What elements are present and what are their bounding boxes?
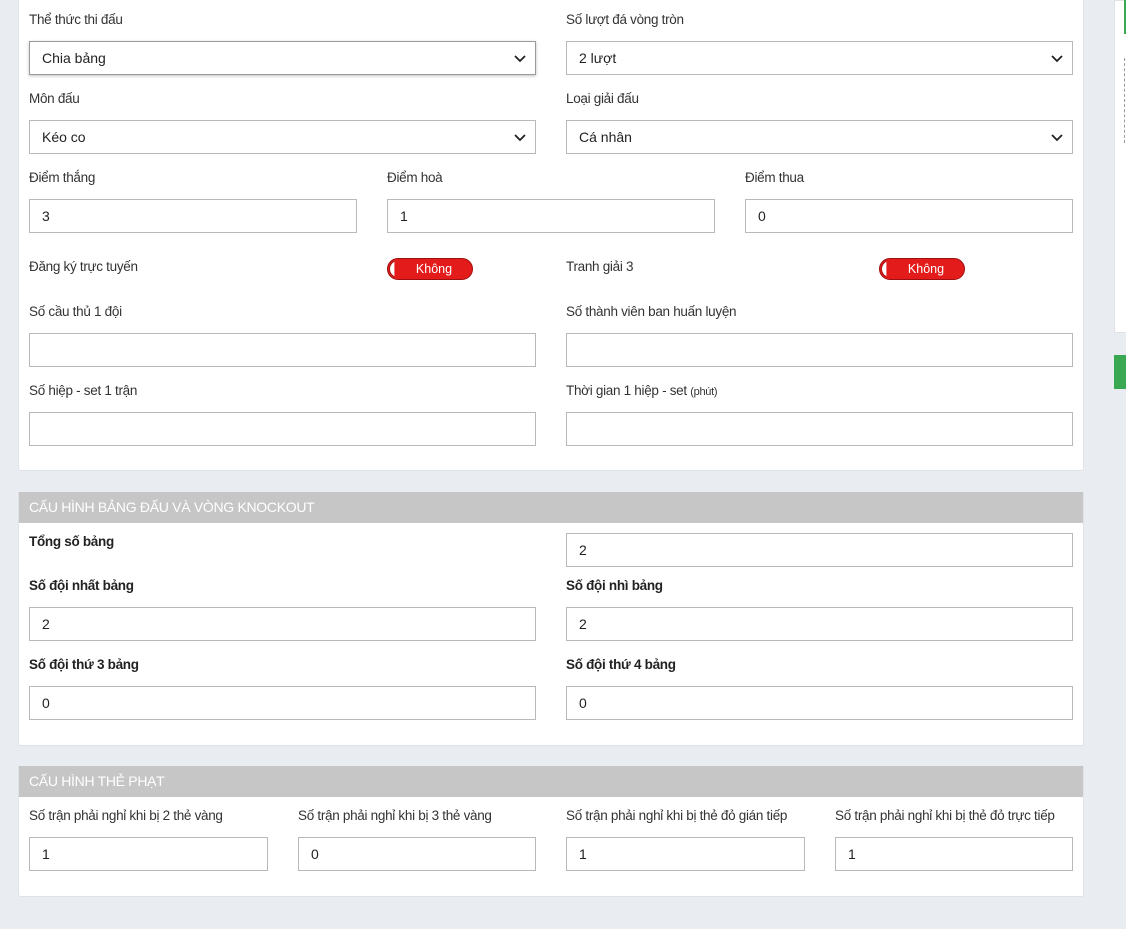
third-place-toggle[interactable]: Không bbox=[879, 258, 965, 280]
third-place-toggle-label: Không bbox=[907, 262, 945, 276]
coaching-staff-input[interactable] bbox=[566, 333, 1073, 367]
chevron-down-icon bbox=[514, 134, 526, 142]
third-place-label: Tranh giải 3 bbox=[566, 259, 634, 274]
chevron-down-icon bbox=[1051, 55, 1063, 63]
direct-red-label: Số trận phải nghỉ khi bị thẻ đỏ trực tiế… bbox=[835, 808, 1055, 823]
chevron-down-icon bbox=[514, 55, 526, 63]
second-place-input[interactable]: 2 bbox=[566, 607, 1073, 641]
win-points-label: Điểm thắng bbox=[29, 170, 96, 185]
direct-red-input[interactable]: 1 bbox=[835, 837, 1073, 871]
third-place-group-input[interactable]: 0 bbox=[29, 686, 536, 720]
round-robin-select[interactable]: 2 lượt bbox=[566, 41, 1073, 75]
players-per-team-input[interactable] bbox=[29, 333, 536, 367]
period-duration-label-text: Thời gian 1 hiệp - set bbox=[566, 383, 687, 398]
periods-per-match-label: Số hiệp - set 1 trận bbox=[29, 383, 138, 398]
chevron-down-icon bbox=[1051, 134, 1063, 142]
online-registration-toggle-label: Không bbox=[415, 262, 453, 276]
win-points-input[interactable]: 3 bbox=[29, 199, 357, 233]
loss-points-input[interactable]: 0 bbox=[745, 199, 1073, 233]
draw-points-input[interactable]: 1 bbox=[387, 199, 715, 233]
groups-config-title: CẤU HÌNH BẢNG ĐẤU VÀ VÒNG KNOCKOUT bbox=[19, 492, 1083, 523]
penalty-config-title: CẤU HÌNH THẺ PHẠT bbox=[19, 766, 1083, 797]
period-duration-input[interactable] bbox=[566, 412, 1073, 446]
tournament-type-label: Loại giải đấu bbox=[566, 91, 639, 106]
fourth-place-group-label: Số đội thứ 4 bảng bbox=[566, 657, 676, 672]
online-registration-label: Đăng ký trực tuyến bbox=[29, 259, 138, 274]
draw-points-label: Điểm hoà bbox=[387, 170, 443, 185]
format-value: Chia bảng bbox=[42, 50, 106, 66]
two-yellow-label: Số trận phải nghỉ khi bị 2 thẻ vàng bbox=[29, 808, 223, 823]
periods-per-match-input[interactable] bbox=[29, 412, 536, 446]
format-label: Thể thức thi đấu bbox=[29, 12, 123, 27]
side-action-button[interactable] bbox=[1114, 355, 1126, 389]
online-registration-toggle[interactable]: Không bbox=[387, 258, 473, 280]
third-place-group-label: Số đội thứ 3 bảng bbox=[29, 657, 139, 672]
total-groups-label: Tổng số bảng bbox=[29, 534, 114, 549]
period-duration-unit: (phút) bbox=[690, 386, 718, 398]
total-groups-input[interactable]: 2 bbox=[566, 533, 1073, 567]
coaching-staff-label: Số thành viên ban huấn luyện bbox=[566, 304, 737, 319]
round-robin-value: 2 lượt bbox=[579, 50, 617, 66]
sport-label: Môn đấu bbox=[29, 91, 80, 106]
tournament-type-select[interactable]: Cá nhân bbox=[566, 120, 1073, 154]
format-select[interactable]: Chia bảng bbox=[29, 41, 536, 75]
second-place-label: Số đội nhì bảng bbox=[566, 578, 663, 593]
side-panel-fragment bbox=[1114, 0, 1126, 333]
players-per-team-label: Số cầu thủ 1 đội bbox=[29, 304, 122, 319]
loss-points-label: Điểm thua bbox=[745, 170, 804, 185]
round-robin-label: Số lượt đá vòng tròn bbox=[566, 12, 684, 27]
first-place-label: Số đội nhất bảng bbox=[29, 578, 134, 593]
indirect-red-label: Số trận phải nghỉ khi bị thẻ đỏ gián tiế… bbox=[566, 808, 788, 823]
period-duration-label: Thời gian 1 hiệp - set (phút) bbox=[566, 383, 718, 398]
fourth-place-group-input[interactable]: 0 bbox=[566, 686, 1073, 720]
three-yellow-input[interactable]: 0 bbox=[298, 837, 536, 871]
penalty-config-panel: CẤU HÌNH THẺ PHẠT bbox=[18, 766, 1084, 897]
tournament-type-value: Cá nhân bbox=[579, 129, 632, 145]
indirect-red-input[interactable]: 1 bbox=[566, 837, 805, 871]
first-place-input[interactable]: 2 bbox=[29, 607, 536, 641]
three-yellow-label: Số trận phải nghỉ khi bị 3 thẻ vàng bbox=[298, 808, 492, 823]
sport-select[interactable]: Kéo co bbox=[29, 120, 536, 154]
sport-value: Kéo co bbox=[42, 129, 86, 145]
two-yellow-input[interactable]: 1 bbox=[29, 837, 268, 871]
